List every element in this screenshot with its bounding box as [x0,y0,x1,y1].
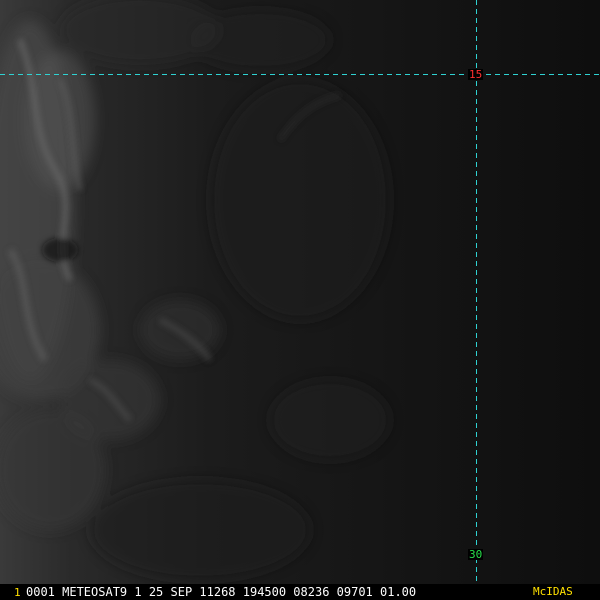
grid-label-30: 30 [468,548,484,561]
software-label: McIDAS [533,585,573,598]
satellite-image-viewer: 15 30 1 0001 METEOSAT9 1 25 SEP 11268 19… [0,0,600,600]
satellite-image [0,0,600,600]
image-info: 0001 METEOSAT9 1 25 SEP 11268 194500 082… [26,585,417,599]
status-bar: 1 0001 METEOSAT9 1 25 SEP 11268 194500 0… [0,584,600,600]
frame-number: 1 [14,586,21,599]
grid-label-15: 15 [468,68,484,81]
